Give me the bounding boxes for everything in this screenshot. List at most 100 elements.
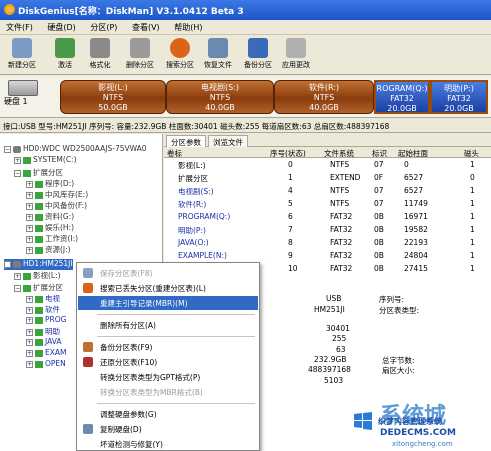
table-cell: 1	[470, 251, 475, 260]
copy-disk-icon	[83, 424, 93, 434]
table-cell: 7	[288, 225, 293, 234]
tree-item[interactable]: − 扩展分区	[14, 167, 63, 178]
tab-partition-params[interactable]: 分区参数	[166, 135, 206, 147]
expand-icon[interactable]: +	[26, 235, 33, 243]
disk-segment-p[interactable]: 明助(P:) FAT32 20.0GB	[430, 80, 488, 114]
tree-item[interactable]: + 影视(L:)	[14, 270, 61, 281]
context-menu-item[interactable]: 复制硬盘(D)	[78, 422, 258, 436]
expand-icon[interactable]: +	[26, 349, 33, 357]
col-label[interactable]: 卷标	[167, 148, 182, 159]
disk-segment-q[interactable]: ROGRAM(Q:) FAT32 20.0GB	[374, 80, 430, 114]
tree-item-label: 工作资(I:)	[45, 234, 79, 243]
tree-item[interactable]: + EXAM	[26, 348, 66, 359]
context-menu-item[interactable]: 还原分区表(F10)	[78, 355, 258, 369]
expand-icon[interactable]: +	[26, 246, 33, 254]
expand-icon[interactable]: +	[14, 156, 21, 164]
tree-item[interactable]: + 中风备份(F:)	[26, 200, 87, 211]
expand-icon[interactable]: +	[26, 360, 33, 368]
expand-icon[interactable]: +	[26, 180, 33, 188]
collapse-icon[interactable]: −	[4, 260, 11, 268]
expand-icon[interactable]: +	[26, 328, 33, 336]
table-cell: 27415	[404, 264, 428, 273]
expand-icon[interactable]: +	[26, 316, 33, 324]
col-start-cylinder[interactable]: 起始柱面	[398, 148, 428, 159]
tree-item[interactable]: + PROG	[26, 315, 66, 326]
partition-icon	[35, 246, 43, 254]
new-partition-button[interactable]: 新建分区	[2, 37, 42, 73]
tree-item[interactable]: + 娱乐(H:)	[26, 222, 74, 233]
context-menu-item[interactable]: 备份分区表(F9)	[78, 340, 258, 354]
context-menu-item[interactable]: 调整硬盘参数(G)	[78, 407, 258, 421]
table-row[interactable]: 软件(R:) 5 NTFS 07 11749 1	[164, 198, 491, 210]
table-row[interactable]: 影视(L:) 0 NTFS 07 0 1	[164, 159, 491, 171]
col-id[interactable]: 标识	[372, 148, 387, 159]
menu-partition[interactable]: 分区(P)	[84, 20, 123, 35]
search-partition-button[interactable]: 搜索分区	[160, 37, 200, 73]
context-menu-item[interactable]: 删除所有分区(A)	[78, 318, 258, 332]
context-menu-label: 转换分区表类型为MBR格式(B)	[100, 388, 203, 397]
menu-file[interactable]: 文件(F)	[0, 20, 39, 35]
expand-icon[interactable]: +	[14, 272, 21, 280]
expand-icon[interactable]: +	[26, 306, 33, 314]
collapse-icon[interactable]: −	[14, 169, 21, 177]
context-menu-item[interactable]: 搜索已丢失分区(重建分区表)(L)	[78, 281, 258, 295]
expand-icon[interactable]: +	[26, 213, 33, 221]
col-index[interactable]: 序号(状态)	[270, 148, 306, 159]
tree-item[interactable]: + 软件	[26, 304, 60, 315]
menu-help[interactable]: 帮助(H)	[168, 20, 208, 35]
table-cell: FAT32	[330, 212, 353, 221]
delete-partition-button[interactable]: 删除分区	[120, 37, 160, 73]
expand-icon[interactable]: +	[26, 224, 33, 232]
tree-item-label: EXAM	[45, 348, 67, 357]
context-menu-item[interactable]: 坏道检测与修复(Y)	[78, 437, 258, 451]
table-row[interactable]: 扩展分区 1 EXTEND 0F 6527 0	[164, 172, 491, 184]
table-row[interactable]: JAVA(O:) 8 FAT32 0B 22193 1	[164, 237, 491, 249]
tree-item[interactable]: + 明助	[26, 326, 60, 337]
expand-icon[interactable]: +	[26, 202, 33, 210]
collapse-icon[interactable]: −	[14, 284, 21, 292]
disk-segment-r[interactable]: 软件(R:) NTFS 40.0GB	[274, 80, 374, 114]
disk-segment-l[interactable]: 影视(L:) NTFS 50.0GB	[60, 80, 166, 114]
tree-item[interactable]: − HD0:WDC WD2500AAJS-75VWA0	[4, 144, 147, 155]
activate-button[interactable]: 激活	[45, 37, 85, 73]
table-cell: 0	[470, 173, 475, 182]
table-cell: 07	[374, 199, 384, 208]
tree-item[interactable]: + 电视	[26, 293, 60, 304]
menu-view[interactable]: 查看(V)	[126, 20, 166, 35]
table-cell: 5	[288, 199, 293, 208]
tree-item[interactable]: + OPEN	[26, 359, 66, 370]
table-cell: 1	[470, 238, 475, 247]
tree-item[interactable]: + 程序(D:)	[26, 178, 74, 189]
tree-item[interactable]: + 资料(G:)	[26, 211, 74, 222]
expand-icon[interactable]: +	[26, 338, 33, 346]
tree-item[interactable]: + 资源(J:)	[26, 244, 71, 255]
tree-item[interactable]: + 工作资(I:)	[26, 233, 78, 244]
tree-item[interactable]: − HD1:HM251JI	[4, 259, 73, 270]
tree-item[interactable]: + JAVA	[26, 337, 62, 348]
partition-icon	[35, 349, 43, 357]
context-menu-item[interactable]: 重建主引导记录(MBR)(M)	[78, 296, 258, 310]
table-row[interactable]: 明助(P:) 7 FAT32 0B 19582 1	[164, 224, 491, 236]
tab-browse-files[interactable]: 浏览文件	[208, 135, 248, 147]
table-row[interactable]: EXAMPLE(N:) 9 FAT32 0B 24804 1	[164, 250, 491, 262]
menu-disk[interactable]: 硬盘(D)	[41, 20, 81, 35]
recover-files-button[interactable]: 恢复文件	[198, 37, 238, 73]
window-title: DiskGenius[名称：DiskMan] V3.1.0412 Beta 3	[18, 7, 244, 17]
tree-item[interactable]: − 扩展分区	[14, 282, 63, 293]
table-row[interactable]: 电视剧(S:) 4 NTFS 07 6527 1	[164, 185, 491, 197]
expand-icon[interactable]: +	[26, 191, 33, 199]
tree-item-label: 资料(G:)	[45, 212, 75, 221]
backup-partition-button[interactable]: 备份分区	[238, 37, 278, 73]
col-head[interactable]: 磁头	[464, 148, 479, 159]
disk-segment-s[interactable]: 电视剧(S:) NTFS 40.0GB	[166, 80, 274, 114]
table-row[interactable]: PROGRAM(Q:) 6 FAT32 0B 16971 1	[164, 211, 491, 223]
collapse-icon[interactable]: −	[4, 145, 11, 153]
tree-item[interactable]: + 中风库存(E:)	[26, 189, 88, 200]
expand-icon[interactable]: +	[26, 295, 33, 303]
col-filesystem[interactable]: 文件系统	[324, 148, 354, 159]
context-menu: 保存分区表(F8) 搜索已丢失分区(重建分区表)(L) 重建主引导记录(MBR)(M…	[76, 262, 260, 451]
context-menu-item[interactable]: 转换分区表类型为GPT格式(P)	[78, 370, 258, 384]
apply-changes-button[interactable]: 应用更改	[276, 37, 316, 73]
tree-item[interactable]: + SYSTEM(C:)	[14, 155, 77, 166]
format-button[interactable]: 格式化	[80, 37, 120, 73]
